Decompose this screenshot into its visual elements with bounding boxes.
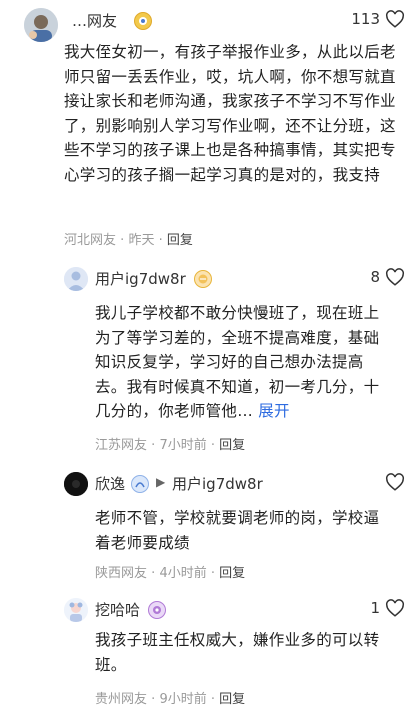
comment-2: 用户ig7dw8r 8 我儿子学校都不敢分快慢班了，现在班上为了等学习差的，全班… bbox=[0, 255, 419, 460]
expand-link[interactable]: 展开 bbox=[258, 402, 290, 420]
location: 陕西网友 bbox=[95, 566, 148, 581]
username[interactable]: 挖哈哈 bbox=[95, 599, 140, 620]
comment-meta: 江苏网友 · 7小时前 · 回复 bbox=[95, 438, 246, 453]
comment-meta: 贵州网友 · 9小时前 · 回复 bbox=[95, 692, 246, 707]
reply-to-username[interactable]: 用户ig7dw8r bbox=[172, 473, 263, 494]
reply-arrow-icon: ▶ bbox=[156, 475, 166, 489]
timestamp: 7小时前 bbox=[159, 438, 207, 453]
user-avatar[interactable] bbox=[64, 598, 88, 622]
default-avatar-icon bbox=[64, 267, 88, 291]
reply-button[interactable]: 回复 bbox=[219, 438, 245, 453]
user-avatar[interactable] bbox=[64, 472, 88, 496]
reply-button[interactable]: 回复 bbox=[219, 566, 245, 581]
reply-button[interactable]: 回复 bbox=[219, 692, 245, 707]
location: 河北网友 bbox=[64, 233, 117, 248]
like-count: 113 bbox=[351, 10, 380, 28]
like-heart-icon[interactable] bbox=[385, 473, 405, 491]
level-badge-icon bbox=[194, 270, 212, 288]
location: 江苏网友 bbox=[95, 438, 148, 453]
user-avatar[interactable] bbox=[24, 8, 58, 42]
timestamp: 昨天 bbox=[128, 233, 155, 248]
timestamp: 9小时前 bbox=[159, 692, 207, 707]
comment-text: 我孩子班主任权威大，嫌作业多的可以转班。 bbox=[95, 631, 380, 674]
avatar-photo-icon bbox=[64, 472, 88, 496]
comment-3: 欣逸 ▶ 用户ig7dw8r 老师不管，学校就要调老师的岗，学校逼着老师要成绩 … bbox=[0, 460, 419, 590]
like-heart-icon[interactable] bbox=[385, 599, 405, 617]
user-avatar[interactable] bbox=[64, 267, 88, 291]
comment-1: …网友 113 我大侄女初一，有孩子举报作业多，从此以后老师只留一丢丢作业，哎，… bbox=[0, 0, 419, 255]
timestamp: 4小时前 bbox=[159, 566, 207, 581]
comment-text: 我大侄女初一，有孩子举报作业多，从此以后老师只留一丢丢作业，哎，坑人啊，你不想写… bbox=[64, 43, 396, 184]
username[interactable]: 欣逸 bbox=[95, 473, 125, 494]
location: 贵州网友 bbox=[95, 692, 148, 707]
like-heart-icon[interactable] bbox=[385, 10, 405, 28]
like-count: 8 bbox=[370, 268, 380, 286]
like-count: 1 bbox=[370, 599, 380, 617]
comment-text: 我儿子学校都不敢分快慢班了，现在班上为了等学习差的，全班不提高难度，基础知识反复… bbox=[95, 304, 380, 420]
username[interactable]: 用户ig7dw8r bbox=[95, 268, 186, 289]
username[interactable]: …网友 bbox=[72, 10, 117, 31]
like-heart-icon[interactable] bbox=[385, 268, 405, 286]
level-badge-icon bbox=[131, 475, 149, 493]
avatar-photo-icon bbox=[24, 8, 58, 42]
avatar-photo-icon bbox=[64, 598, 88, 622]
comment-text: 老师不管，学校就要调老师的岗，学校逼着老师要成绩 bbox=[95, 509, 380, 552]
vip-badge-icon bbox=[134, 12, 152, 30]
level-badge-icon bbox=[148, 601, 166, 619]
comment-meta: 陕西网友 · 4小时前 · 回复 bbox=[95, 566, 246, 581]
comment-4: 挖哈哈 1 我孩子班主任权威大，嫌作业多的可以转班。 贵州网友 · 9小时前 ·… bbox=[0, 590, 419, 715]
comment-meta: 河北网友 · 昨天 · 回复 bbox=[64, 233, 193, 248]
reply-button[interactable]: 回复 bbox=[167, 233, 193, 248]
